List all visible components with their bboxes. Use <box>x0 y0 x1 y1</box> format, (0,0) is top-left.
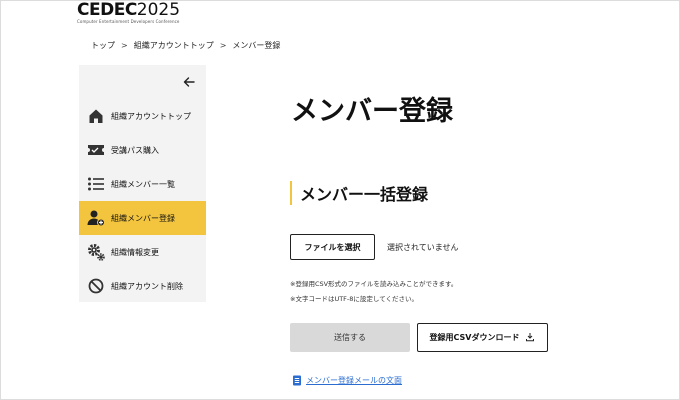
sidebar-item-org-top[interactable]: 組織アカウントトップ <box>79 99 206 133</box>
breadcrumb-org-top[interactable]: 組織アカウントトップ <box>134 40 214 51</box>
sidebar: 組織アカウントトップ 受講パス購入 組織メンバー一覧 組織メンバー登録 組織情報 <box>79 65 206 302</box>
sidebar-item-org-info[interactable]: 組織情報変更 <box>79 235 206 269</box>
sidebar-item-label: 組織アカウントトップ <box>111 111 191 121</box>
download-csv-label: 登録用CSVダウンロード <box>429 333 520 342</box>
email-template-link[interactable]: メンバー登録メールの文面 <box>292 371 402 390</box>
sidebar-item-label: 組織メンバー一覧 <box>111 179 175 189</box>
add-user-icon <box>86 208 106 228</box>
sidebar-item-member-register[interactable]: 組織メンバー登録 <box>79 201 206 235</box>
send-button[interactable]: 送信する <box>290 323 410 352</box>
sidebar-item-delete-account[interactable]: 組織アカウント削除 <box>79 269 206 303</box>
sidebar-item-label: 組織情報変更 <box>111 247 159 257</box>
sidebar-item-member-list[interactable]: 組織メンバー一覧 <box>79 167 206 201</box>
breadcrumb-separator: > <box>121 41 128 50</box>
page-title: メンバー登録 <box>291 96 453 127</box>
home-icon <box>86 106 106 126</box>
download-csv-button[interactable]: 登録用CSVダウンロード <box>417 323 548 352</box>
breadcrumb-separator: > <box>219 41 227 50</box>
section-title: メンバー一括登録 <box>300 185 429 204</box>
prohibit-icon <box>86 276 106 296</box>
sidebar-item-label: 受講パス購入 <box>111 145 159 155</box>
ticket-icon <box>86 140 106 160</box>
gear-icon <box>86 242 106 262</box>
cedec-logo[interactable]: CEDEC2025 Computer Entertainment Develop… <box>77 1 180 27</box>
email-template-link-text: メンバー登録メールの文面 <box>306 376 402 385</box>
choose-file-button[interactable]: ファイルを選択 <box>290 234 375 260</box>
logo-year: 2025 <box>136 0 181 20</box>
breadcrumb: トップ > 組織アカウントトップ > メンバー登録 <box>91 40 280 51</box>
file-status-text: 選択されていません <box>387 242 459 252</box>
breadcrumb-current: メンバー登録 <box>232 41 281 50</box>
csv-note: ※登録用CSV形式のファイルを読み込みことができます。 <box>290 280 458 288</box>
breadcrumb-top[interactable]: トップ <box>91 40 115 51</box>
logo-wordmark: CEDEC2025 <box>77 1 180 19</box>
sidebar-item-label: 組織アカウント削除 <box>111 281 183 291</box>
download-icon <box>525 332 535 344</box>
document-icon <box>292 371 302 390</box>
page: CEDEC2025 Computer Entertainment Develop… <box>0 0 680 400</box>
file-picker: ファイルを選択 選択されていません <box>290 234 459 260</box>
sidebar-item-buy-pass[interactable]: 受講パス購入 <box>79 133 206 167</box>
list-icon <box>86 174 106 194</box>
sidebar-item-label: 組織メンバー登録 <box>111 213 175 223</box>
logo-subtitle: Computer Entertainment Developers Confer… <box>77 19 180 24</box>
encoding-note: ※文字コードはUTF-8に設定してください。 <box>290 295 419 303</box>
back-arrow-icon[interactable] <box>182 74 196 88</box>
logo-text: CEDEC <box>77 0 137 20</box>
section-heading: メンバー一括登録 <box>290 181 428 205</box>
